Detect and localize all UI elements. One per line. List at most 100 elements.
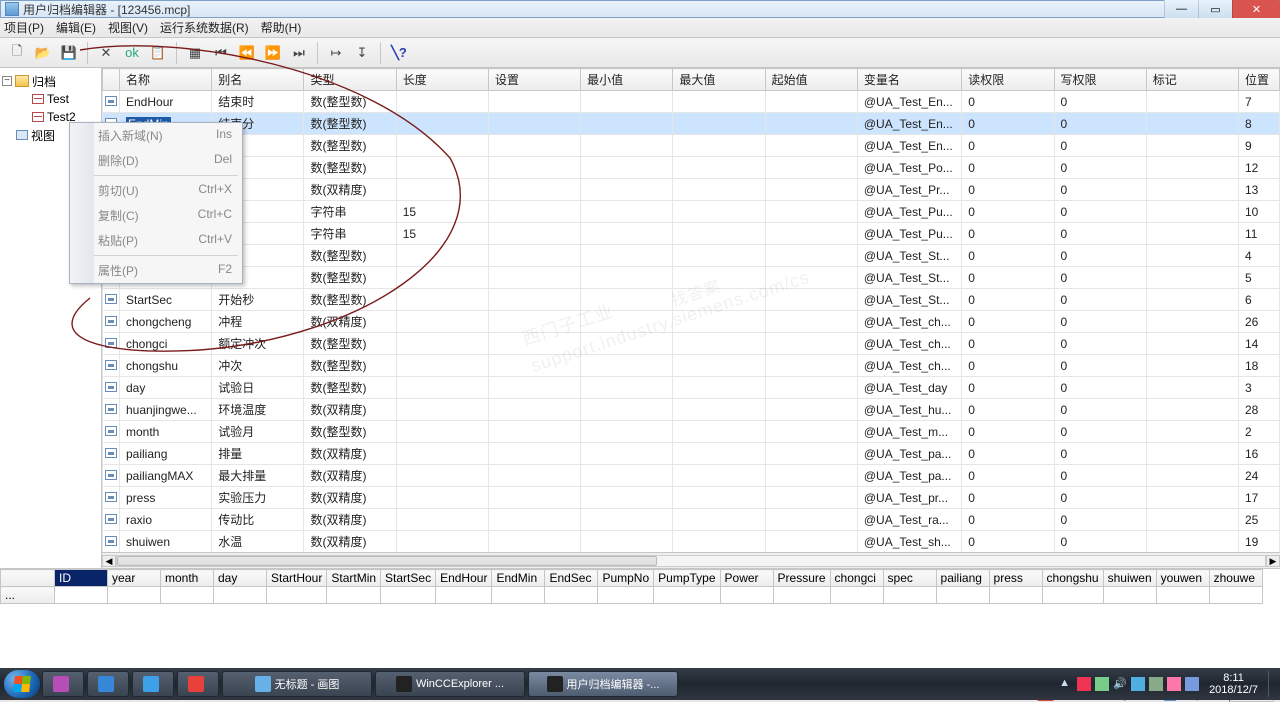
column-header[interactable]: year [108,570,161,587]
scroll-track[interactable] [116,555,1266,567]
column-header[interactable]: 名称 [120,69,212,91]
table-row[interactable]: EndMin结束分数(整型数) @UA_Test_En...008 [103,113,1280,135]
properties-button[interactable]: 📋 [147,42,169,64]
tree-item-test[interactable]: Test [2,90,99,108]
close-button[interactable]: ✕ [1232,0,1280,18]
column-header[interactable]: Power [720,570,773,587]
menu-runtime-data[interactable]: 运行系统数据(R) [160,19,249,36]
save-button[interactable]: 💾 [58,42,80,64]
column-header[interactable]: day [214,570,267,587]
stop-button[interactable]: ↧ [351,42,373,64]
table-row[interactable]: 数(整型数) @UA_Test_St...004 [103,245,1280,267]
table-row[interactable]: day试验日数(整型数) @UA_Test_day003 [103,377,1280,399]
context-menu-item[interactable]: 属性(P)F2 [70,258,242,283]
table-row[interactable]: 数(整型数) @UA_Test_St...005 [103,267,1280,289]
first-button[interactable]: ⏮ [210,42,232,64]
cell[interactable] [55,587,108,604]
tray-flag-icon[interactable] [1077,677,1091,691]
column-header[interactable]: StartMin [327,570,381,587]
cell[interactable] [1042,587,1103,604]
column-header[interactable]: PumpNo [598,570,654,587]
cell[interactable] [545,587,598,604]
table-row[interactable]: 数(双精度) @UA_Test_Pr...0013 [103,179,1280,201]
bottom-grid[interactable]: IDyearmonthdayStartHourStartMinStartSecE… [0,568,1280,668]
table-row[interactable]: 字符串15 @UA_Test_Pu...0010 [103,201,1280,223]
show-desktop-button[interactable] [1268,671,1276,697]
table-row[interactable]: 数(整型数) @UA_Test_Po...0012 [103,157,1280,179]
cell[interactable] [1156,587,1209,604]
table-row[interactable]: StartSec开始秒数(整型数) @UA_Test_St...006 [103,289,1280,311]
new-button[interactable]: 🗋 [6,42,28,64]
taskbar-button[interactable] [87,671,129,697]
cell[interactable] [598,587,654,604]
tree-root[interactable]: − 归档 [2,72,99,90]
column-header[interactable]: chongshu [1042,570,1103,587]
column-header[interactable]: StartSec [381,570,436,587]
table-row[interactable]: 数(整型数) @UA_Test_En...009 [103,135,1280,157]
scroll-thumb[interactable] [117,556,657,566]
cell[interactable] [492,587,545,604]
table-row[interactable]: chongci额定冲次数(整型数) @UA_Test_ch...0014 [103,333,1280,355]
scroll-right-button[interactable]: ▶ [1266,555,1280,567]
column-header[interactable]: chongci [830,570,883,587]
last-button[interactable]: ⏭ [288,42,310,64]
goto-button[interactable]: ↦ [325,42,347,64]
maximize-button[interactable]: ▭ [1198,0,1232,18]
context-menu-item[interactable]: 删除(D)Del [70,148,242,173]
delete-button[interactable]: ✕ [95,42,117,64]
column-header[interactable]: shuiwen [1103,570,1156,587]
cell[interactable] [830,587,883,604]
column-header[interactable]: EndMin [492,570,545,587]
context-menu-item[interactable]: 粘贴(P)Ctrl+V [70,228,242,253]
grid-button[interactable]: ▦ [184,42,206,64]
menu-project[interactable]: 项目(P) [4,19,44,36]
column-header[interactable]: PumpType [654,570,720,587]
row-header[interactable] [1,570,55,587]
taskbar-button[interactable]: WinCCExplorer ... [375,671,525,697]
cell[interactable] [161,587,214,604]
table-row[interactable]: 字符串15 @UA_Test_Pu...0011 [103,223,1280,245]
cell[interactable] [381,587,436,604]
taskbar-button[interactable] [177,671,219,697]
check-button[interactable]: ok [121,42,143,64]
table-row[interactable]: raxio传动比数(双精度) @UA_Test_ra...0025 [103,509,1280,531]
menu-help[interactable]: 帮助(H) [261,19,302,36]
cell[interactable] [773,587,830,604]
next-button[interactable]: ⏩ [262,42,284,64]
tray-network-icon[interactable] [1095,677,1109,691]
column-header[interactable]: 最小值 [581,69,673,91]
cell[interactable] [267,587,327,604]
column-header[interactable]: EndHour [436,570,492,587]
column-header[interactable]: ID [55,570,108,587]
column-header[interactable]: 设置 [488,69,580,91]
column-header[interactable]: month [161,570,214,587]
table-row[interactable]: month试验月数(整型数) @UA_Test_m...002 [103,421,1280,443]
menu-view[interactable]: 视图(V) [108,19,148,36]
column-header[interactable]: 读权限 [962,69,1054,91]
column-header[interactable]: 位置 [1238,69,1279,91]
taskbar-button[interactable]: 用户归档编辑器 -... [528,671,678,697]
cell[interactable] [936,587,989,604]
column-header[interactable]: 变量名 [857,69,961,91]
prev-button[interactable]: ⏪ [236,42,258,64]
taskbar-button[interactable] [132,671,174,697]
grid-horizontal-scrollbar[interactable]: ◀ ▶ [102,552,1280,568]
column-header[interactable]: 标记 [1146,69,1238,91]
taskbar-clock[interactable]: 8:11 2018/12/7 [1203,672,1264,696]
expand-icon[interactable]: − [2,76,12,86]
table-row[interactable]: pailiang排量数(双精度) @UA_Test_pa...0016 [103,443,1280,465]
cell[interactable] [654,587,720,604]
context-menu-item[interactable]: 复制(C)Ctrl+C [70,203,242,228]
cell[interactable] [436,587,492,604]
open-button[interactable]: 📂 [32,42,54,64]
column-header[interactable]: press [989,570,1042,587]
cell[interactable] [214,587,267,604]
column-header[interactable]: 长度 [396,69,488,91]
row-header[interactable]: ... [1,587,55,604]
table-row[interactable]: pailiangMAX最大排量数(双精度) @UA_Test_pa...0024 [103,465,1280,487]
column-header[interactable]: youwen [1156,570,1209,587]
menu-edit[interactable]: 编辑(E) [56,19,96,36]
table-row[interactable]: press实验压力数(双精度) @UA_Test_pr...0017 [103,487,1280,509]
cell[interactable] [1103,587,1156,604]
table-row[interactable]: chongcheng冲程数(双精度) @UA_Test_ch...0026 [103,311,1280,333]
